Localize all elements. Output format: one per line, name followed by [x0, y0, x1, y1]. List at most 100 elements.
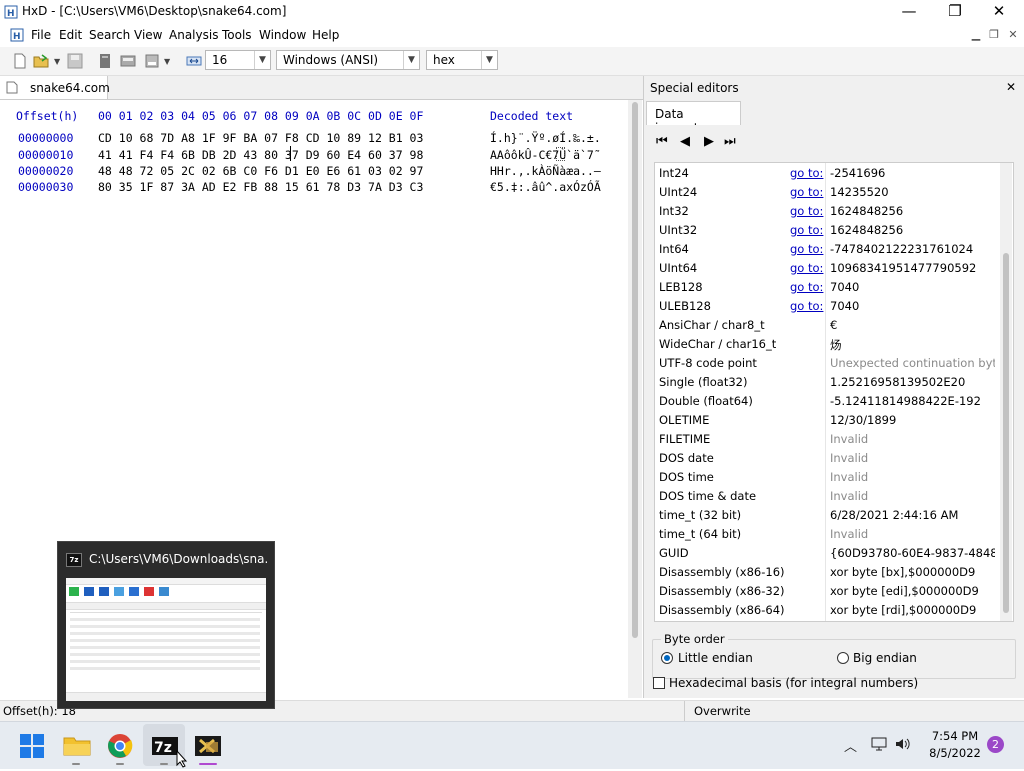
- inspector-field-value[interactable]: Invalid: [830, 527, 995, 541]
- save-icon[interactable]: [67, 53, 83, 69]
- menu-search[interactable]: Search: [89, 28, 130, 42]
- big-endian-radio[interactable]: [837, 652, 849, 664]
- taskbar-thumbnail-popup[interactable]: 7z C:\Users\VM6\Downloads\sna...: [57, 541, 275, 709]
- ram-editor-icon[interactable]: [120, 53, 136, 69]
- inspector-row[interactable]: Single (float32) 1.25216958139502E20: [655, 372, 1000, 391]
- row-text[interactable]: Í.h}¨.Ÿº.øÍ.‰.±.: [490, 131, 601, 145]
- goto-link[interactable]: go to:: [790, 223, 824, 237]
- little-endian-label[interactable]: Little endian: [678, 651, 753, 665]
- open-folder-icon[interactable]: [33, 53, 49, 69]
- inspector-row[interactable]: time_t (64 bit) Invalid: [655, 524, 1000, 543]
- status-mode[interactable]: Overwrite: [694, 704, 751, 718]
- menu-window[interactable]: Window: [259, 28, 306, 42]
- inspector-field-value[interactable]: Invalid: [830, 432, 995, 446]
- inspector-row[interactable]: UInt64 go to: 10968341951477790592: [655, 258, 1000, 277]
- inspector-field-value[interactable]: -5.12411814988422E-192: [830, 394, 995, 408]
- inspector-field-value[interactable]: Invalid: [830, 451, 995, 465]
- file-explorer-icon[interactable]: [61, 730, 93, 762]
- inspector-row[interactable]: UInt32 go to: 1624848256: [655, 220, 1000, 239]
- document-tab[interactable]: snake64.com: [0, 76, 110, 99]
- special-editors-close-button[interactable]: ✕: [1006, 80, 1016, 94]
- inspector-field-value[interactable]: 1.25216958139502E20: [830, 375, 995, 389]
- display-mode-select[interactable]: hex ▼: [426, 50, 498, 70]
- title-bar[interactable]: H HxD - [C:\Users\VM6\Desktop\snake64.co…: [0, 0, 1024, 24]
- previous-record-button[interactable]: ◀: [680, 134, 690, 149]
- inspector-row[interactable]: AnsiChar / char8_t €: [655, 315, 1000, 334]
- row-bytes[interactable]: 48 48 72 05 2C 02 6B C0 F6 D1 E0 E6 61 0…: [98, 164, 423, 178]
- inspector-field-value[interactable]: 炀: [830, 337, 995, 353]
- menu-tools[interactable]: Tools: [222, 28, 252, 42]
- inspector-row[interactable]: ULEB128 go to: 7040: [655, 296, 1000, 315]
- inspector-field-value[interactable]: 10968341951477790592: [830, 261, 995, 275]
- inspector-field-value[interactable]: Invalid: [830, 470, 995, 484]
- document-icon[interactable]: H: [10, 28, 24, 42]
- inspector-field-value[interactable]: €: [830, 318, 995, 332]
- inspector-row[interactable]: Double (float64) -5.12411814988422E-192: [655, 391, 1000, 410]
- inspector-field-value[interactable]: 6/28/2021 2:44:16 AM: [830, 508, 995, 522]
- goto-link[interactable]: go to:: [790, 185, 824, 199]
- notification-badge[interactable]: 2: [987, 736, 1004, 753]
- inspector-field-value[interactable]: Unexpected continuation byte: [830, 356, 995, 370]
- row-text[interactable]: HHr.,.kÀöÑàæa..—: [490, 164, 601, 178]
- clock-date[interactable]: 8/5/2022: [924, 746, 986, 760]
- network-icon[interactable]: [870, 735, 888, 753]
- hex-scrollbar[interactable]: [628, 100, 642, 698]
- goto-link[interactable]: go to:: [790, 166, 824, 180]
- charset-select[interactable]: Windows (ANSI) ▼: [276, 50, 420, 70]
- inspector-row[interactable]: OLETIME 12/30/1899: [655, 410, 1000, 429]
- inspector-row[interactable]: Int64 go to: -7478402122231761024: [655, 239, 1000, 258]
- hex-basis-checkbox[interactable]: [653, 677, 665, 689]
- inspector-row[interactable]: Int32 go to: 1624848256: [655, 201, 1000, 220]
- inspector-row[interactable]: WideChar / char16_t 炀: [655, 334, 1000, 353]
- maximize-button[interactable]: ❐: [932, 0, 978, 24]
- inspector-row[interactable]: LEB128 go to: 7040: [655, 277, 1000, 296]
- menu-edit[interactable]: Edit: [59, 28, 82, 42]
- chrome-icon[interactable]: [104, 730, 136, 762]
- inspector-field-value[interactable]: xor byte [edi],$000000D9: [830, 584, 995, 598]
- inspector-row[interactable]: DOS time Invalid: [655, 467, 1000, 486]
- inspector-field-value[interactable]: 12/30/1899: [830, 413, 995, 427]
- little-endian-radio[interactable]: [661, 652, 673, 664]
- row-bytes[interactable]: 41 41 F4 F4 6B DB 2D 43 80 37 D9 60 E4 6…: [98, 148, 423, 162]
- volume-icon[interactable]: [894, 735, 912, 753]
- goto-link[interactable]: go to:: [790, 242, 824, 256]
- clock-time[interactable]: 7:54 PM: [930, 729, 980, 743]
- inspector-row[interactable]: Disassembly (x86-32) xor byte [edi],$0000…: [655, 581, 1000, 600]
- menu-analysis[interactable]: Analysis: [169, 28, 218, 42]
- inspector-row[interactable]: Disassembly (x86-16) xor byte [bx],$00000…: [655, 562, 1000, 581]
- inspector-field-value[interactable]: {60D93780-60E4-9837-4848-720: [830, 546, 995, 560]
- goto-link[interactable]: go to:: [790, 204, 824, 218]
- inspector-row[interactable]: UInt24 go to: 14235520: [655, 182, 1000, 201]
- inspector-field-value[interactable]: xor byte [bx],$000000D9: [830, 565, 995, 579]
- chevron-up-icon[interactable]: ︿: [844, 736, 857, 755]
- menu-help[interactable]: Help: [312, 28, 339, 42]
- hex-scrollbar-thumb[interactable]: [632, 102, 638, 638]
- inspector-scrollbar-thumb[interactable]: [1003, 253, 1009, 613]
- inspector-row[interactable]: DOS date Invalid: [655, 448, 1000, 467]
- disk-dropdown-icon[interactable]: ▼: [164, 57, 170, 66]
- inspector-field-value[interactable]: 1624848256: [830, 223, 995, 237]
- inspector-field-value[interactable]: 7040: [830, 299, 995, 313]
- file-properties-icon[interactable]: [97, 53, 113, 69]
- new-file-icon[interactable]: [12, 53, 28, 69]
- goto-link[interactable]: go to:: [790, 261, 824, 275]
- goto-link[interactable]: go to:: [790, 280, 824, 294]
- row-text[interactable]: AAôôkÛ-C€7Ù`ä`7˜: [490, 148, 601, 162]
- first-record-button[interactable]: ⏮: [656, 134, 668, 149]
- inspector-row[interactable]: UTF-8 code point Unexpected continuation …: [655, 353, 1000, 372]
- inspector-field-value[interactable]: -2541696: [830, 166, 995, 180]
- inspector-row[interactable]: Disassembly (x86-64) xor byte [rdi],$0000…: [655, 600, 1000, 619]
- tab-data-inspector[interactable]: Data inspector: [646, 101, 741, 135]
- mdi-close-button[interactable]: ✕: [1005, 28, 1021, 42]
- goto-link[interactable]: go to:: [790, 299, 824, 313]
- windows-start-icon[interactable]: [16, 730, 48, 762]
- inspector-scrollbar[interactable]: [1000, 163, 1012, 621]
- disk-editor-icon[interactable]: [144, 53, 160, 69]
- menu-view[interactable]: View: [134, 28, 162, 42]
- close-button[interactable]: ✕: [976, 0, 1022, 24]
- inspector-field-value[interactable]: 7040: [830, 280, 995, 294]
- big-endian-label[interactable]: Big endian: [853, 651, 917, 665]
- inspector-field-value[interactable]: 14235520: [830, 185, 995, 199]
- inspector-field-value[interactable]: xor byte [rdi],$000000D9: [830, 603, 995, 617]
- inspector-field-value[interactable]: 1624848256: [830, 204, 995, 218]
